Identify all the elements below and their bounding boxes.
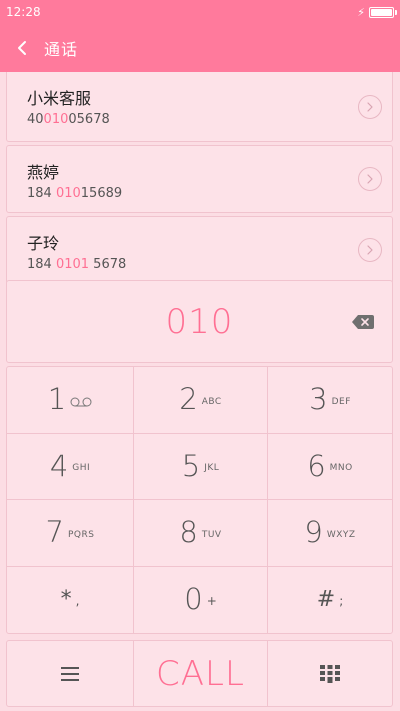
bottom-action-bar: CALL [6,640,393,707]
status-icons: ⚡ [357,5,397,19]
title-bar: 通话 [0,24,400,72]
dial-input-panel: 010 [6,280,393,363]
key-0[interactable]: 0 + [134,566,268,633]
contact-name: 子玲 [27,234,60,253]
voicemail-icon [70,397,92,407]
dialpad-toggle-button[interactable] [268,641,392,706]
backspace-button[interactable] [351,313,375,331]
back-button[interactable] [2,24,42,72]
contact-detail-button[interactable] [358,94,382,119]
contact-result-item[interactable]: 燕婷 184 01015689 [6,145,393,213]
menu-button[interactable] [7,641,134,706]
chevron-right-circle-icon [367,245,373,255]
lightning-icon: ⚡ [357,5,365,19]
contact-result-item[interactable]: 子玲 184 0101 5678 [6,216,393,284]
call-button[interactable]: CALL [134,641,268,706]
chevron-right-circle-icon [367,174,373,184]
chevron-left-icon [18,41,26,55]
number-match-highlight: 010 [55,186,81,201]
key-5[interactable]: 5 JKL [134,433,268,500]
key-3[interactable]: 3 DEF [268,367,392,434]
contact-number: 4001005678 [27,112,110,127]
dialed-number: 010 [165,301,234,342]
contact-result-item[interactable]: 小米客服 4001005678 [6,72,393,142]
key-7[interactable]: 7 PQRS [7,500,134,567]
key-6[interactable]: 6 MNO [268,434,392,500]
battery-icon [369,6,397,18]
contact-name: 燕婷 [27,163,60,182]
status-time: 12:28 [6,5,41,19]
contact-name: 小米客服 [27,89,92,108]
key-8[interactable]: 8 TUV [134,500,268,567]
dialpad-grid-icon [320,664,340,683]
key-2[interactable]: 2 ABC [134,367,268,434]
key-9[interactable]: 9 WXYZ [268,500,392,567]
key-hash[interactable]: # ; [268,567,392,634]
contact-results-list: 小米客服 4001005678 燕婷 184 01015689 子玲 184 0… [6,72,393,287]
key-1[interactable]: 1 [7,367,134,434]
contact-detail-button[interactable] [358,238,382,262]
dial-keypad: 1 2 ABC 3 DEF 4 GHI 5 JKL 6 MNO 7 PQRS 8… [6,366,393,634]
number-match-highlight: 010 [43,112,69,127]
page-title: 通话 [44,40,79,59]
contact-detail-button[interactable] [358,167,382,191]
key-4[interactable]: 4 GHI [7,433,134,500]
chevron-right-circle-icon [367,101,373,112]
backspace-icon [352,314,374,329]
menu-icon [61,666,79,681]
contact-number: 184 01015689 [27,186,123,201]
key-star[interactable]: * , [7,566,134,633]
number-match-highlight: 0101 [55,257,90,272]
call-label: CALL [156,653,245,694]
status-bar: 12:28 ⚡ [0,0,400,24]
contact-number: 184 0101 5678 [27,257,127,272]
